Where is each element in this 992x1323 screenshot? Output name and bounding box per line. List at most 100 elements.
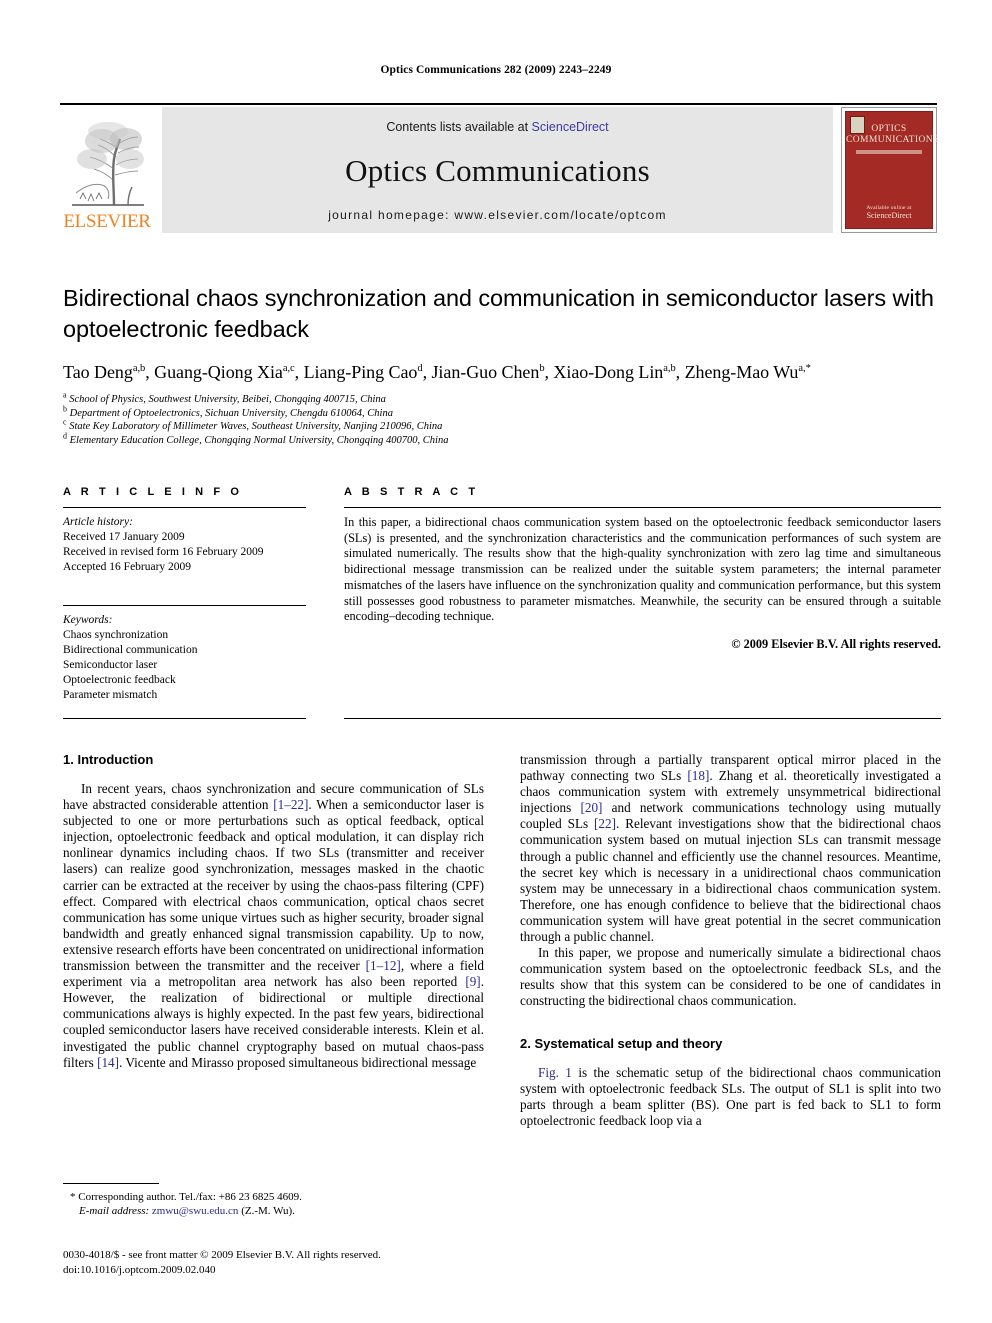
- title-block: Bidirectional chaos synchronization and …: [63, 283, 941, 447]
- cover-title-line1: OPTICS: [871, 124, 907, 134]
- keyword-item: Optoelectronic feedback: [63, 674, 176, 686]
- email-suffix: (Z.-M. Wu).: [238, 1205, 295, 1217]
- keyword-item: Bidirectional communication: [63, 644, 198, 656]
- elsevier-wordmark: ELSEVIER: [63, 211, 151, 232]
- article-history-label: Article history:: [63, 516, 133, 528]
- author-name: Liang-Ping Cao: [303, 362, 418, 382]
- keyword-item: Parameter mismatch: [63, 689, 158, 701]
- author-affiliation-marker: a,*: [798, 363, 811, 374]
- elsevier-logo: ELSEVIER: [60, 107, 154, 233]
- abstract-rule: [344, 507, 941, 508]
- affiliation-item: d Elementary Education College, Chongqin…: [63, 432, 941, 448]
- body-columns: 1. Introduction In recent years, chaos s…: [63, 752, 941, 1129]
- setup-paragraph: Fig. 1 is the schematic setup of the bid…: [520, 1065, 941, 1129]
- intro-text-e: . Vicente and Mirasso proposed simultane…: [119, 1054, 477, 1070]
- email-note: E-mail address: zmwu@swu.edu.cn (Z.-M. W…: [63, 1204, 484, 1218]
- keywords-label: Keywords:: [63, 614, 113, 626]
- abstract-column: A B S T R A C T In this paper, a bidirec…: [344, 486, 941, 703]
- section-heading-introduction: 1. Introduction: [63, 752, 154, 767]
- paper-page: Optics Communications 282 (2009) 2243–22…: [0, 0, 992, 1323]
- affiliation-text: Department of Optoelectronics, Sichuan U…: [67, 407, 393, 419]
- body-gutter: [484, 752, 520, 1129]
- reference-link[interactable]: [1–12]: [366, 958, 401, 973]
- author-affiliation-marker: a,b: [663, 363, 676, 374]
- abstract-text: In this paper, a bidirectional chaos com…: [344, 515, 941, 624]
- running-head: Optics Communications 282 (2009) 2243–22…: [380, 64, 612, 76]
- body-column-right: transmission through a partially transpa…: [520, 752, 941, 1129]
- continued-paragraph: transmission through a partially transpa…: [520, 752, 941, 945]
- affiliation-text: School of Physics, Southwest University,…: [66, 394, 386, 405]
- journal-title: Optics Communications: [345, 153, 650, 188]
- intro-text-b: . When a semiconductor laser is subjecte…: [63, 797, 484, 974]
- journal-masthead: ELSEVIER Contents lists available at Sci…: [60, 103, 939, 233]
- reference-link[interactable]: [18]: [687, 768, 709, 783]
- cover-footer: Available online at ScienceDirect: [846, 205, 932, 220]
- keywords-block: Keywords: Chaos synchronization Bidirect…: [63, 605, 306, 703]
- author-name: Tao Deng: [63, 362, 133, 382]
- abstract-closing-rule: [344, 718, 941, 719]
- asterisk-icon: *: [70, 1191, 76, 1203]
- imprint-line-doi: doi:10.1016/j.optcom.2009.02.040: [63, 1263, 216, 1276]
- keyword-item: Chaos synchronization: [63, 629, 169, 641]
- affiliation-item: a School of Physics, Southwest Universit…: [63, 391, 941, 407]
- author-name: Zheng-Mao Wu: [684, 362, 799, 382]
- affiliation-text: State Key Laboratory of Millimeter Waves…: [66, 421, 443, 432]
- author-list: Tao Denga,b, Guang-Qiong Xiaa,c, Liang-P…: [63, 362, 811, 382]
- affiliation-text: Elementary Education College, Chongqing …: [67, 434, 449, 446]
- reference-link[interactable]: [1–22]: [273, 797, 308, 812]
- affiliation-item: c State Key Laboratory of Millimeter Wav…: [63, 418, 941, 434]
- reference-link[interactable]: [20]: [580, 800, 602, 815]
- footnote-rule: [63, 1183, 159, 1184]
- info-closing-rule: [63, 718, 306, 719]
- author-affiliation-marker: a,c: [282, 363, 295, 374]
- author-name: Guang-Qiong Xia: [154, 362, 283, 382]
- article-info-column: A R T I C L E I N F O Article history: R…: [63, 486, 306, 703]
- cover-subtitle-bar: [856, 150, 922, 154]
- imprint-line-issn: 0030-4018/$ - see front matter © 2009 El…: [63, 1249, 381, 1261]
- author-affiliation-marker: d: [417, 363, 423, 374]
- sciencedirect-link[interactable]: ScienceDirect: [532, 120, 609, 134]
- journal-cover-thumbnail: OPTICS COMMUNICATIONS Available online a…: [841, 107, 939, 233]
- intro-paragraph: In recent years, chaos synchronization a…: [63, 781, 484, 1071]
- email-link[interactable]: zmwu@swu.edu.cn: [152, 1205, 239, 1217]
- paper-title: Bidirectional chaos synchronization and …: [63, 285, 934, 342]
- elsevier-tree-icon: [68, 119, 146, 211]
- copyright-line: © 2009 Elsevier B.V. All rights reserved…: [731, 636, 941, 651]
- author-name: Xiao-Dong Lin: [553, 362, 664, 382]
- section-heading-setup: 2. Systematical setup and theory: [520, 1035, 723, 1051]
- article-info-kicker: A R T I C L E I N F O: [63, 486, 243, 498]
- band-closing-rules: [63, 718, 941, 719]
- contents-available-line: Contents lists available at ScienceDirec…: [386, 120, 608, 134]
- column-gutter: [306, 486, 344, 703]
- history-line: Received in revised form 16 February 200…: [63, 546, 264, 558]
- corresponding-author-text: Corresponding author. Tel./fax: +86 23 6…: [78, 1191, 302, 1203]
- journal-banner: Contents lists available at ScienceDirec…: [162, 107, 833, 233]
- history-line: Accepted 16 February 2009: [63, 561, 192, 573]
- keyword-item: Semiconductor laser: [63, 659, 158, 671]
- reference-link[interactable]: [22]: [594, 816, 616, 831]
- cover-journal-name: OPTICS COMMUNICATIONS: [846, 124, 939, 146]
- cover-footer-line2: ScienceDirect: [866, 211, 912, 220]
- info-abstract-band: A R T I C L E I N F O Article history: R…: [63, 486, 941, 703]
- abstract-kicker: A B S T R A C T: [344, 486, 479, 498]
- contents-prefix: Contents lists available at: [386, 120, 532, 134]
- keywords-rule: [63, 605, 306, 606]
- body-column-left: 1. Introduction In recent years, chaos s…: [63, 752, 484, 1129]
- article-history-lines: Received 17 January 2009 Received in rev…: [63, 530, 306, 575]
- journal-homepage-link[interactable]: journal homepage: www.elsevier.com/locat…: [328, 208, 667, 222]
- cover-title-line2: COMMUNICATIONS: [846, 135, 939, 145]
- affiliation-list: a School of Physics, Southwest Universit…: [63, 391, 941, 448]
- footnote-block: * Corresponding author. Tel./fax: +86 23…: [63, 1183, 484, 1218]
- article-info-rule: [63, 507, 306, 508]
- paper-contribution-paragraph: In this paper, we propose and numericall…: [520, 945, 941, 1009]
- affiliation-item: b Department of Optoelectronics, Sichuan…: [63, 405, 941, 421]
- reference-link[interactable]: [14]: [97, 1055, 119, 1070]
- reference-link[interactable]: [9]: [465, 974, 480, 989]
- right-text-d: . Relevant investigations show that the …: [520, 816, 941, 945]
- history-line: Received 17 January 2009: [63, 531, 185, 543]
- figure-reference-link[interactable]: Fig. 1: [538, 1065, 572, 1080]
- author-affiliation-marker: a,b: [132, 363, 146, 374]
- author-affiliation-marker: b: [539, 363, 545, 374]
- corresponding-author-note: * Corresponding author. Tel./fax: +86 23…: [63, 1190, 484, 1204]
- imprint-block: 0030-4018/$ - see front matter © 2009 El…: [63, 1248, 493, 1277]
